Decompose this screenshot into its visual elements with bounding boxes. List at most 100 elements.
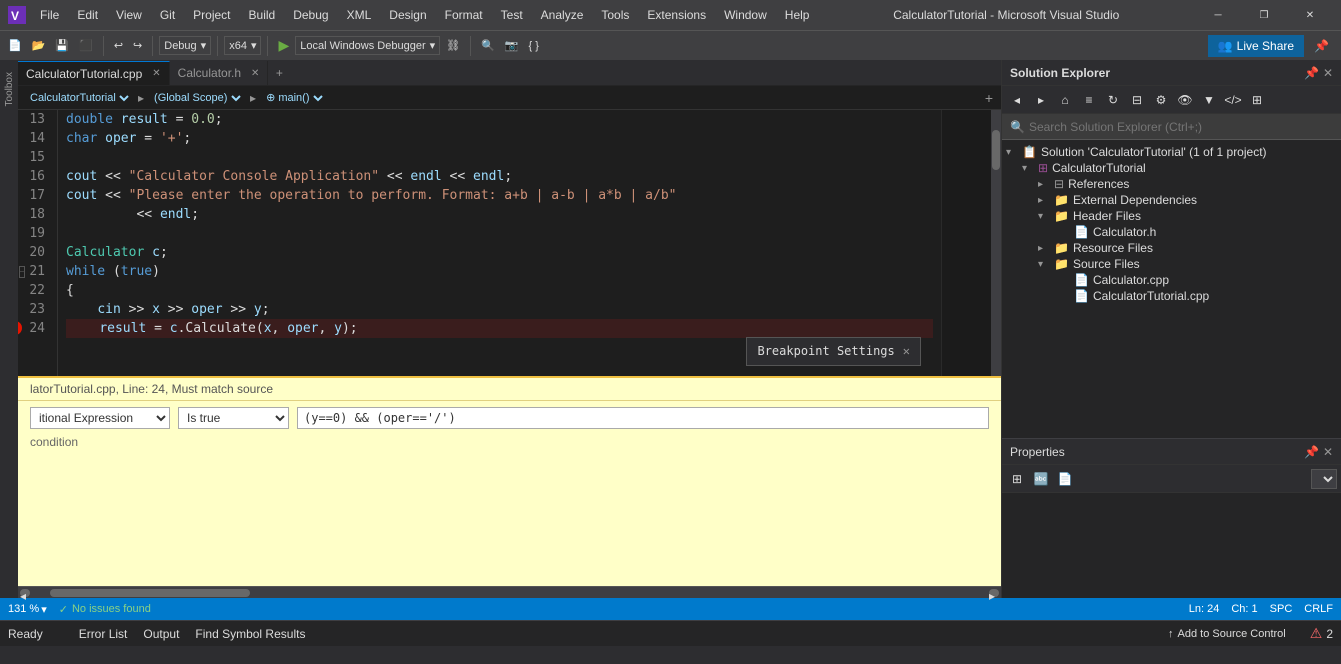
menu-extensions[interactable]: Extensions [639, 4, 714, 26]
tab-find-symbol-results[interactable]: Find Symbol Results [191, 625, 309, 643]
new-tab-button[interactable]: + [268, 61, 290, 85]
tree-solution[interactable]: ▾ 📋 Solution 'CalculatorTutorial' (1 of … [1002, 144, 1341, 160]
tab-close-calculator-h[interactable]: ✕ [251, 68, 259, 79]
tree-calculator-h-label: Calculator.h [1093, 225, 1156, 239]
se-refresh-button[interactable]: ↻ [1102, 89, 1124, 111]
search-button[interactable]: 🔍 [477, 37, 499, 54]
new-project-button[interactable]: 📄 [4, 37, 26, 54]
horizontal-scrollbar[interactable]: ◂ ▸ [18, 586, 1001, 598]
breakpoint-popup-close[interactable]: ✕ [903, 342, 910, 361]
vertical-scrollbar-thumb[interactable] [992, 130, 1000, 170]
open-button[interactable]: 📂 [28, 37, 50, 54]
se-extra-button[interactable]: ⊞ [1246, 89, 1268, 111]
code-line-20: Calculator c; [66, 243, 933, 262]
global-scope-selector[interactable]: (Global Scope) [150, 91, 244, 105]
project-icon: ⊞ [1038, 161, 1048, 175]
menu-git[interactable]: Git [152, 4, 183, 26]
se-code-button[interactable]: </> [1222, 89, 1244, 111]
add-to-source-control-button[interactable]: ↑ Add to Source Control [1168, 628, 1286, 640]
live-share-button[interactable]: 👥 Live Share [1208, 35, 1304, 57]
status-line-ending[interactable]: CRLF [1304, 603, 1333, 615]
vertical-scrollbar[interactable] [991, 110, 1001, 376]
solution-explorer-pin[interactable]: 📌 [1304, 66, 1319, 80]
horizontal-scrollbar-thumb[interactable] [50, 589, 250, 597]
se-properties-button[interactable]: ⚙ [1150, 89, 1172, 111]
menu-project[interactable]: Project [185, 4, 238, 26]
tree-external-deps-label: External Dependencies [1073, 193, 1197, 207]
tree-external-deps[interactable]: ▸ 📁 External Dependencies [1002, 192, 1341, 208]
redo-button[interactable]: ↪ [129, 37, 146, 54]
code-button[interactable]: { } [525, 38, 543, 54]
condition-header-text: latorTutorial.cpp, Line: 24, Must match … [30, 382, 273, 396]
save-all-button[interactable]: ⬛ [75, 37, 97, 54]
properties-close[interactable]: ✕ [1323, 445, 1333, 459]
condition-expression-input[interactable] [297, 407, 989, 429]
menu-debug[interactable]: Debug [285, 4, 336, 26]
file-path-bar: CalculatorTutorial ▸ (Global Scope) ▸ ⊕ … [18, 86, 1001, 110]
minimize-button[interactable]: ─ [1195, 0, 1241, 30]
properties-categorized[interactable]: ⊞ [1006, 468, 1028, 490]
condition-type-select[interactable]: itional Expression Hit Count Filter [30, 407, 170, 429]
menu-window[interactable]: Window [716, 4, 775, 26]
tree-resource-files[interactable]: ▸ 📁 Resource Files [1002, 240, 1341, 256]
tree-calculator-tutorial-cpp[interactable]: 📄 CalculatorTutorial.cpp [1002, 288, 1341, 304]
scope-selector[interactable]: CalculatorTutorial [26, 91, 132, 105]
pin-button[interactable]: 📌 [1306, 35, 1337, 57]
code-content[interactable]: double result = 0.0; char oper = '+' ; c… [58, 110, 941, 376]
tree-header-files[interactable]: ▾ 📁 Header Files [1002, 208, 1341, 224]
camera-button[interactable]: 📷 [501, 37, 523, 54]
properties-dropdown[interactable] [1311, 469, 1337, 489]
menu-file[interactable]: File [32, 4, 67, 26]
is-true-select[interactable]: Is true Is false When changed [178, 407, 289, 429]
undo-button[interactable]: ↩ [110, 37, 127, 54]
menu-test[interactable]: Test [493, 4, 531, 26]
se-home-button[interactable]: ⌂ [1054, 89, 1076, 111]
menu-view[interactable]: View [108, 4, 150, 26]
h-scroll-right[interactable]: ▸ [989, 589, 999, 597]
tab-error-list[interactable]: Error List [75, 625, 132, 643]
tab-calculator-tutorial[interactable]: CalculatorTutorial.cpp ✕ [18, 61, 170, 85]
solution-explorer-search-input[interactable] [1029, 120, 1333, 134]
debugger-dropdown[interactable]: Local Windows Debugger ▾ [295, 36, 440, 55]
menu-format[interactable]: Format [437, 4, 491, 26]
play-button[interactable]: ▶ [274, 35, 293, 56]
solution-explorer-close[interactable]: ✕ [1323, 66, 1333, 80]
save-button[interactable]: 💾 [51, 37, 73, 54]
properties-alphabetical[interactable]: 🔤 [1030, 468, 1052, 490]
close-button[interactable]: ✕ [1287, 0, 1333, 30]
tab-calculator-h[interactable]: Calculator.h ✕ [170, 61, 269, 85]
se-forward-button[interactable]: ▸ [1030, 89, 1052, 111]
se-toggle-button[interactable]: ≡ [1078, 89, 1100, 111]
git-errors[interactable]: ⚠ 2 [1310, 625, 1333, 642]
attach-button[interactable]: ⛓ [442, 37, 464, 54]
tree-calculator-cpp[interactable]: 📄 Calculator.cpp [1002, 272, 1341, 288]
code-editor[interactable]: 13 14 15 16 17 18 19 20 −21 22 23 24 [18, 110, 1001, 376]
collapse-btn-21[interactable]: − [19, 266, 26, 278]
menu-build[interactable]: Build [241, 4, 284, 26]
tab-close-calculator-tutorial[interactable]: ✕ [152, 68, 160, 79]
menu-edit[interactable]: Edit [69, 4, 106, 26]
se-filter-button[interactable]: ▼ [1198, 89, 1220, 111]
h-scroll-left[interactable]: ◂ [20, 589, 30, 597]
se-collapse-button[interactable]: ⊟ [1126, 89, 1148, 111]
menu-design[interactable]: Design [381, 4, 434, 26]
properties-pin[interactable]: 📌 [1304, 445, 1319, 459]
menu-analyze[interactable]: Analyze [533, 4, 592, 26]
properties-page[interactable]: 📄 [1054, 468, 1076, 490]
maximize-button[interactable]: ❐ [1241, 0, 1287, 30]
tree-project[interactable]: ▾ ⊞ CalculatorTutorial [1002, 160, 1341, 176]
menu-xml[interactable]: XML [339, 4, 380, 26]
platform-dropdown[interactable]: x64 ▾ [224, 36, 261, 55]
menu-help[interactable]: Help [777, 4, 818, 26]
tree-calculator-h[interactable]: 📄 Calculator.h [1002, 224, 1341, 240]
tree-references[interactable]: ▸ ⊟ References [1002, 176, 1341, 192]
se-back-button[interactable]: ◂ [1006, 89, 1028, 111]
menu-tools[interactable]: Tools [593, 4, 637, 26]
add-document-button[interactable]: + [985, 90, 993, 106]
function-selector[interactable]: ⊕ main() [262, 91, 326, 105]
tree-source-files[interactable]: ▾ 📁 Source Files [1002, 256, 1341, 272]
se-preview-button[interactable]: 👁 [1174, 89, 1196, 111]
tab-output[interactable]: Output [139, 625, 183, 643]
zoom-level[interactable]: 131 % ▾ [8, 603, 47, 616]
debug-config-dropdown[interactable]: Debug ▾ [159, 36, 211, 55]
